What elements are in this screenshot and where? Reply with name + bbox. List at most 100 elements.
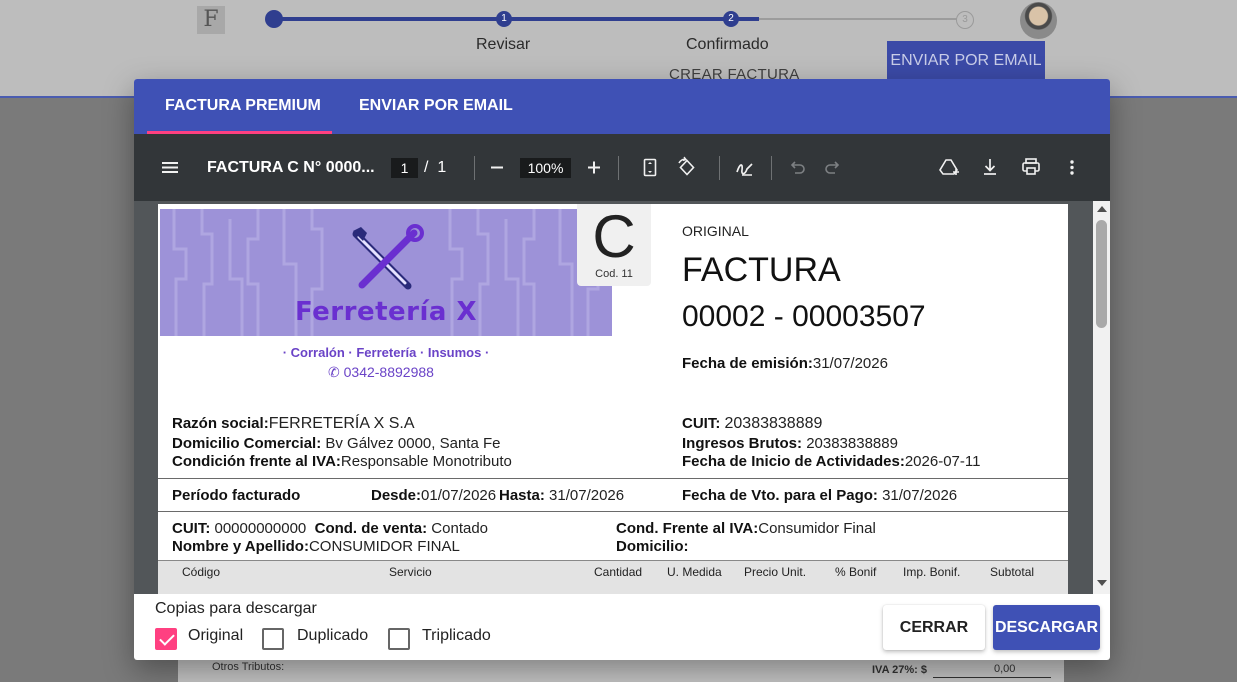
download-button[interactable]: DESCARGAR — [993, 605, 1100, 650]
stepper-connector — [759, 18, 965, 20]
tab-enviar-por-email[interactable]: ENVIAR POR EMAIL — [341, 79, 531, 134]
invoice-number: 00002 - 00003507 — [682, 300, 926, 333]
iva-27-value: 0,00 — [994, 663, 1016, 675]
cliente-domicilio: Domicilio: — [616, 538, 689, 555]
inicio-actividades: Fecha de Inicio de Actividades:2026-07-1… — [682, 453, 980, 470]
toolbar-divider — [474, 156, 475, 180]
col-imp-bonif: Imp. Bonif. — [903, 565, 961, 579]
col-codigo: Código — [182, 565, 221, 579]
invoice-letter: C — [592, 204, 636, 270]
fecha-emision-value: 31/07/2026 — [812, 355, 888, 372]
brand-phone: ✆ 0342-8892988 — [328, 364, 434, 381]
condicion-iva-value: Responsable Monotributo — [340, 453, 512, 470]
periodo-label: Período facturado — [172, 487, 301, 504]
undo-icon[interactable] — [787, 154, 807, 181]
col-bonif: % Bonif — [835, 565, 877, 579]
fecha-emision-label: Fecha de emisión: — [682, 355, 813, 372]
triplicado-checkbox[interactable] — [388, 628, 410, 650]
cliente-cuit: CUIT: 00000000000 Cond. de venta: Contad… — [172, 520, 488, 537]
cond-iva-cliente-value: Consumidor Final — [758, 520, 876, 537]
fecha-vencimiento: Fecha de Vto. para el Pago: 31/07/2026 — [682, 487, 957, 504]
step-1-label: Revisar — [476, 36, 531, 53]
periodo-hasta: Hasta: 31/07/2026 — [499, 487, 624, 504]
close-button[interactable]: CERRAR — [883, 605, 985, 650]
toolbar-divider — [719, 156, 720, 180]
copies-label: Copias para descargar — [155, 600, 317, 617]
menu-icon[interactable] — [160, 154, 180, 181]
redo-icon[interactable] — [823, 154, 843, 181]
annotate-icon[interactable] — [734, 154, 756, 181]
brand-tagline: · Corralón · Ferretería · Insumos · — [282, 345, 490, 360]
zoom-input[interactable]: 100% — [520, 158, 571, 178]
scroll-up-arrow-icon[interactable] — [1097, 206, 1107, 212]
stepper-connector — [504, 17, 731, 21]
inicio-actividades-label: Fecha de Inicio de Actividades: — [682, 453, 905, 470]
step-3-dot[interactable]: 3 — [956, 11, 974, 29]
invoice-cod: Cod. 11 — [595, 268, 633, 280]
domicilio-cliente-label: Domicilio: — [616, 538, 689, 555]
phone-icon: ✆ — [328, 364, 340, 380]
pdf-scrollbar-thumb[interactable] — [1096, 220, 1107, 328]
domicilio-comercial: Domicilio Comercial: Bv Gálvez 0000, San… — [172, 435, 500, 452]
scroll-down-arrow-icon[interactable] — [1097, 580, 1107, 586]
page-number-input[interactable]: 1 — [391, 158, 418, 178]
print-icon[interactable] — [1020, 154, 1042, 181]
periodo-desde: Desde:01/07/2026 — [371, 487, 496, 504]
step-0-dot[interactable] — [265, 10, 283, 28]
cliente-cond-iva: Cond. Frente al IVA:Consumidor Final — [616, 520, 876, 537]
zoom-in-icon[interactable] — [584, 154, 604, 181]
tools-icon — [352, 224, 424, 290]
col-subtotal: Subtotal — [990, 565, 1035, 579]
download-icon[interactable] — [980, 154, 1000, 181]
col-servicio: Servicio — [389, 565, 432, 579]
section-divider — [158, 511, 1068, 512]
col-precio-unitario: Precio Unit. — [744, 565, 807, 579]
section-divider — [158, 478, 1068, 479]
page-separator: / — [424, 159, 429, 176]
rotate-icon[interactable] — [675, 154, 699, 181]
razon-social: Razón social:FERRETERÍA X S.A — [172, 415, 415, 433]
original-label[interactable]: Original — [188, 627, 243, 645]
invoice-dialog: FACTURA PREMIUM ENVIAR POR EMAIL FACTURA… — [134, 79, 1110, 660]
nombre-value: CONSUMIDOR FINAL — [308, 538, 460, 555]
send-email-button[interactable]: ENVIAR POR EMAIL — [887, 41, 1045, 81]
pdf-viewer: FACTURA C N° 0000... 1 / 1 100% Ferreter… — [134, 134, 1110, 594]
phone-number: 0342-8892988 — [343, 364, 434, 380]
condicion-iva: Condición frente al IVA:Responsable Mono… — [172, 453, 512, 470]
toolbar-divider — [618, 156, 619, 180]
pdf-toolbar: FACTURA C N° 0000... 1 / 1 100% — [134, 134, 1110, 201]
cond-venta-label: Cond. de venta: — [314, 520, 428, 537]
duplicado-label[interactable]: Duplicado — [297, 627, 368, 645]
triplicado-label[interactable]: Triplicado — [422, 627, 491, 645]
otros-tributos-label: Otros Tributos: — [212, 661, 285, 673]
items-table-header: Código Servicio Cantidad U. Medida Preci… — [158, 560, 1068, 594]
toolbar-divider — [771, 156, 772, 180]
nombre-label: Nombre y Apellido: — [172, 538, 309, 555]
cuit: CUIT: 20383838889 — [682, 415, 822, 433]
duplicado-checkbox[interactable] — [262, 628, 284, 650]
col-unidad-medida: U. Medida — [667, 565, 722, 579]
ingresos-brutos-label: Ingresos Brutos: — [682, 435, 803, 452]
original-checkbox[interactable] — [155, 628, 177, 650]
zoom-out-icon[interactable] — [487, 154, 507, 181]
step-2-dot[interactable]: 2 — [723, 11, 739, 27]
app-logo: F — [197, 6, 225, 34]
more-options-icon[interactable] — [1064, 154, 1080, 181]
copy-label: ORIGINAL — [682, 223, 749, 239]
avatar[interactable] — [1020, 2, 1057, 39]
iva-27-underline — [933, 677, 1051, 678]
cond-venta-value: Contado — [431, 520, 489, 537]
tab-factura-premium[interactable]: FACTURA PREMIUM — [147, 79, 339, 134]
cliente-cuit-value: 00000000000 — [214, 520, 307, 537]
cond-iva-cliente-label: Cond. Frente al IVA: — [616, 520, 759, 537]
step-1-dot[interactable]: 1 — [496, 11, 512, 27]
page-total: / 1 — [424, 158, 446, 178]
inicio-actividades-value: 2026-07-11 — [904, 453, 981, 470]
pdf-title: FACTURA C N° 0000... — [207, 159, 375, 176]
periodo-facturado: Período facturado — [172, 487, 300, 504]
ingresos-brutos-value: 20383838889 — [806, 435, 898, 452]
condicion-iva-label: Condición frente al IVA: — [172, 453, 341, 470]
fit-page-icon[interactable] — [640, 154, 660, 181]
save-to-drive-icon[interactable] — [938, 154, 960, 181]
cliente-nombre: Nombre y Apellido:CONSUMIDOR FINAL — [172, 538, 460, 555]
